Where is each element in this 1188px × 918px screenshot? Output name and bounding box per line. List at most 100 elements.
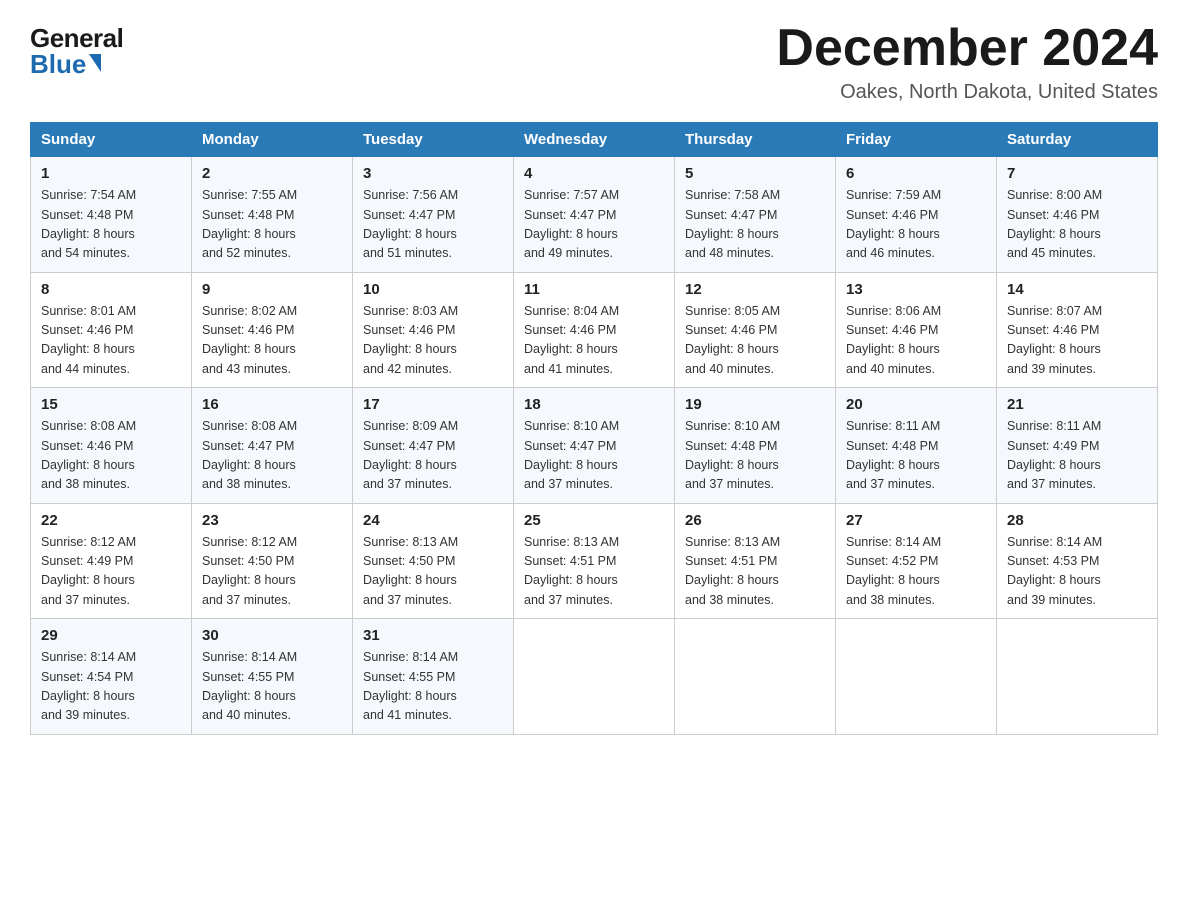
table-row: 20Sunrise: 8:11 AMSunset: 4:48 PMDayligh…	[836, 388, 997, 504]
day-number: 11	[524, 281, 664, 298]
day-number: 1	[41, 165, 181, 182]
col-tuesday: Tuesday	[353, 123, 514, 157]
day-number: 14	[1007, 281, 1147, 298]
day-number: 7	[1007, 165, 1147, 182]
day-info: Sunrise: 8:04 AMSunset: 4:46 PMDaylight:…	[524, 302, 664, 380]
day-info: Sunrise: 8:00 AMSunset: 4:46 PMDaylight:…	[1007, 186, 1147, 264]
table-row: 26 Sunrise: 8:13 AMSunset: 4:51 PMDayligh…	[675, 503, 836, 619]
day-number: 21	[1007, 396, 1147, 413]
table-row: 29Sunrise: 8:14 AMSunset: 4:54 PMDayligh…	[31, 619, 192, 735]
table-row: 23Sunrise: 8:12 AMSunset: 4:50 PMDayligh…	[192, 503, 353, 619]
day-number: 5	[685, 165, 825, 182]
table-row: 3Sunrise: 7:56 AMSunset: 4:47 PMDaylight…	[353, 157, 514, 273]
logo-blue-text: Blue	[30, 51, 86, 77]
table-row: 27 Sunrise: 8:14 AMSunset: 4:52 PMDayligh…	[836, 503, 997, 619]
table-row: 1Sunrise: 7:54 AMSunset: 4:48 PMDaylight…	[31, 157, 192, 273]
table-row: 22 Sunrise: 8:12 AMSunset: 4:49 PMDayligh…	[31, 503, 192, 619]
table-row: 31 Sunrise: 8:14 AMSunset: 4:55 PMDayligh…	[353, 619, 514, 735]
table-row: 7 Sunrise: 8:00 AMSunset: 4:46 PMDaylight…	[997, 157, 1158, 273]
table-row: 11 Sunrise: 8:04 AMSunset: 4:46 PMDayligh…	[514, 272, 675, 388]
calendar-week-row: 22 Sunrise: 8:12 AMSunset: 4:49 PMDayligh…	[31, 503, 1158, 619]
day-info: Sunrise: 7:56 AMSunset: 4:47 PMDaylight:…	[363, 186, 503, 264]
table-row: 17Sunrise: 8:09 AMSunset: 4:47 PMDayligh…	[353, 388, 514, 504]
col-monday: Monday	[192, 123, 353, 157]
table-row: 19Sunrise: 8:10 AMSunset: 4:48 PMDayligh…	[675, 388, 836, 504]
day-info: Sunrise: 8:12 AMSunset: 4:49 PMDaylight:…	[41, 533, 181, 611]
day-info: Sunrise: 8:13 AMSunset: 4:50 PMDaylight:…	[363, 533, 503, 611]
day-number: 2	[202, 165, 342, 182]
day-number: 26	[685, 512, 825, 529]
day-info: Sunrise: 8:11 AMSunset: 4:49 PMDaylight:…	[1007, 417, 1147, 495]
day-number: 4	[524, 165, 664, 182]
table-row: 16 Sunrise: 8:08 AMSunset: 4:47 PMDayligh…	[192, 388, 353, 504]
calendar-week-row: 29Sunrise: 8:14 AMSunset: 4:54 PMDayligh…	[31, 619, 1158, 735]
day-number: 9	[202, 281, 342, 298]
table-row: 8 Sunrise: 8:01 AMSunset: 4:46 PMDaylight…	[31, 272, 192, 388]
day-info: Sunrise: 8:08 AMSunset: 4:47 PMDaylight:…	[202, 417, 342, 495]
calendar-week-row: 1Sunrise: 7:54 AMSunset: 4:48 PMDaylight…	[31, 157, 1158, 273]
col-sunday: Sunday	[31, 123, 192, 157]
location-text: Oakes, North Dakota, United States	[776, 81, 1158, 104]
table-row	[997, 619, 1158, 735]
title-block: December 2024 Oakes, North Dakota, Unite…	[776, 20, 1158, 104]
table-row	[836, 619, 997, 735]
day-info: Sunrise: 8:07 AMSunset: 4:46 PMDaylight:…	[1007, 302, 1147, 380]
col-thursday: Thursday	[675, 123, 836, 157]
day-info: Sunrise: 7:59 AMSunset: 4:46 PMDaylight:…	[846, 186, 986, 264]
col-saturday: Saturday	[997, 123, 1158, 157]
logo: General Blue	[30, 25, 123, 77]
day-info: Sunrise: 8:13 AMSunset: 4:51 PMDaylight:…	[685, 533, 825, 611]
day-number: 13	[846, 281, 986, 298]
day-number: 16	[202, 396, 342, 413]
day-info: Sunrise: 8:14 AMSunset: 4:55 PMDaylight:…	[202, 648, 342, 726]
table-row: 25 Sunrise: 8:13 AMSunset: 4:51 PMDayligh…	[514, 503, 675, 619]
col-wednesday: Wednesday	[514, 123, 675, 157]
table-row	[675, 619, 836, 735]
table-row: 18Sunrise: 8:10 AMSunset: 4:47 PMDayligh…	[514, 388, 675, 504]
table-row: 28 Sunrise: 8:14 AMSunset: 4:53 PMDayligh…	[997, 503, 1158, 619]
logo-general-text: General	[30, 25, 123, 51]
day-info: Sunrise: 8:12 AMSunset: 4:50 PMDaylight:…	[202, 533, 342, 611]
table-row: 9Sunrise: 8:02 AMSunset: 4:46 PMDaylight…	[192, 272, 353, 388]
day-number: 27	[846, 512, 986, 529]
day-number: 8	[41, 281, 181, 298]
day-info: Sunrise: 8:14 AMSunset: 4:55 PMDaylight:…	[363, 648, 503, 726]
logo-blue-row: Blue	[30, 51, 101, 77]
table-row: 13 Sunrise: 8:06 AMSunset: 4:46 PMDayligh…	[836, 272, 997, 388]
day-info: Sunrise: 8:06 AMSunset: 4:46 PMDaylight:…	[846, 302, 986, 380]
day-info: Sunrise: 8:14 AMSunset: 4:52 PMDaylight:…	[846, 533, 986, 611]
day-number: 24	[363, 512, 503, 529]
day-info: Sunrise: 7:55 AMSunset: 4:48 PMDaylight:…	[202, 186, 342, 264]
calendar-week-row: 15Sunrise: 8:08 AMSunset: 4:46 PMDayligh…	[31, 388, 1158, 504]
table-row: 5 Sunrise: 7:58 AMSunset: 4:47 PMDaylight…	[675, 157, 836, 273]
day-info: Sunrise: 8:01 AMSunset: 4:46 PMDaylight:…	[41, 302, 181, 380]
day-info: Sunrise: 8:05 AMSunset: 4:46 PMDaylight:…	[685, 302, 825, 380]
day-number: 25	[524, 512, 664, 529]
table-row: 12Sunrise: 8:05 AMSunset: 4:46 PMDayligh…	[675, 272, 836, 388]
day-info: Sunrise: 7:58 AMSunset: 4:47 PMDaylight:…	[685, 186, 825, 264]
day-number: 31	[363, 627, 503, 644]
table-row: 15Sunrise: 8:08 AMSunset: 4:46 PMDayligh…	[31, 388, 192, 504]
calendar-header-row: Sunday Monday Tuesday Wednesday Thursday…	[31, 123, 1158, 157]
table-row: 14 Sunrise: 8:07 AMSunset: 4:46 PMDayligh…	[997, 272, 1158, 388]
table-row: 6Sunrise: 7:59 AMSunset: 4:46 PMDaylight…	[836, 157, 997, 273]
month-title: December 2024	[776, 20, 1158, 77]
table-row: 30 Sunrise: 8:14 AMSunset: 4:55 PMDayligh…	[192, 619, 353, 735]
day-info: Sunrise: 8:11 AMSunset: 4:48 PMDaylight:…	[846, 417, 986, 495]
day-number: 18	[524, 396, 664, 413]
calendar-table: Sunday Monday Tuesday Wednesday Thursday…	[30, 122, 1158, 735]
day-info: Sunrise: 8:03 AMSunset: 4:46 PMDaylight:…	[363, 302, 503, 380]
table-row: 24 Sunrise: 8:13 AMSunset: 4:50 PMDayligh…	[353, 503, 514, 619]
day-number: 28	[1007, 512, 1147, 529]
day-number: 22	[41, 512, 181, 529]
day-number: 10	[363, 281, 503, 298]
table-row: 2 Sunrise: 7:55 AMSunset: 4:48 PMDaylight…	[192, 157, 353, 273]
table-row: 10 Sunrise: 8:03 AMSunset: 4:46 PMDayligh…	[353, 272, 514, 388]
day-number: 29	[41, 627, 181, 644]
day-info: Sunrise: 8:08 AMSunset: 4:46 PMDaylight:…	[41, 417, 181, 495]
day-info: Sunrise: 8:13 AMSunset: 4:51 PMDaylight:…	[524, 533, 664, 611]
day-info: Sunrise: 8:14 AMSunset: 4:53 PMDaylight:…	[1007, 533, 1147, 611]
table-row: 21 Sunrise: 8:11 AMSunset: 4:49 PMDayligh…	[997, 388, 1158, 504]
day-number: 30	[202, 627, 342, 644]
logo-triangle-icon	[89, 54, 101, 72]
